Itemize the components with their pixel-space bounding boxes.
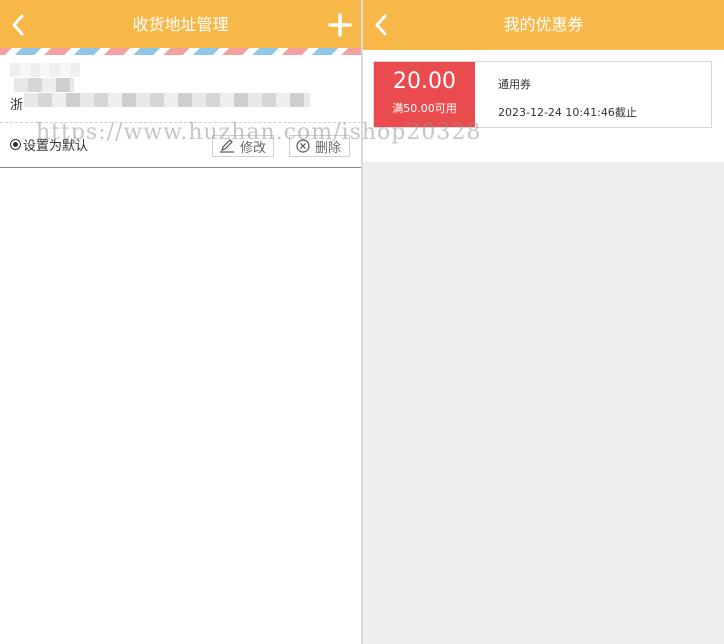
coupon-condition: 满50.00可用 xyxy=(392,102,457,115)
coupon-screen: 我的优惠券 20.00 满50.00可用 通用券 2023-12-24 10:4… xyxy=(363,0,724,644)
address-divider xyxy=(0,122,361,123)
set-default-radio[interactable]: 设置为默认 xyxy=(10,135,88,154)
set-default-label: 设置为默认 xyxy=(23,139,89,154)
address-header: 收货地址管理 xyxy=(0,0,361,50)
delete-button[interactable]: 删除 xyxy=(289,135,350,157)
coupon-header: 我的优惠券 xyxy=(363,0,724,50)
address-province: 浙 xyxy=(10,98,24,113)
coupon-list: 20.00 满50.00可用 通用券 2023-12-24 10:41:46截止 xyxy=(363,50,724,162)
coupon-value-block: 20.00 满50.00可用 xyxy=(374,62,475,127)
coupon-expire: 2023-12-24 10:41:46截止 xyxy=(498,106,637,119)
airmail-stripe xyxy=(0,48,361,55)
blurred-address xyxy=(24,93,310,107)
add-address-button[interactable] xyxy=(327,11,353,39)
circle-x-icon xyxy=(296,139,310,153)
edit-button[interactable]: 修改 xyxy=(212,135,274,157)
edit-label: 修改 xyxy=(240,140,267,156)
delete-label: 删除 xyxy=(315,140,342,156)
coupon-amount: 20.00 xyxy=(393,69,456,94)
page-title: 收货地址管理 xyxy=(132,15,229,34)
blurred-phone xyxy=(14,78,74,92)
address-screen: 收货地址管理 浙 设置为默认 修改 删除 xyxy=(0,0,361,644)
page-title: 我的优惠券 xyxy=(503,15,584,34)
coupon-card[interactable]: 20.00 满50.00可用 通用券 2023-12-24 10:41:46截止 xyxy=(373,61,712,128)
coupon-type: 通用券 xyxy=(498,78,531,91)
pencil-icon xyxy=(220,139,234,153)
blurred-recipient xyxy=(10,63,80,77)
card-bottom-line xyxy=(0,167,361,168)
address-card[interactable]: 浙 设置为默认 修改 删除 xyxy=(0,55,361,168)
plus-icon xyxy=(328,13,352,37)
radio-icon xyxy=(10,139,21,150)
